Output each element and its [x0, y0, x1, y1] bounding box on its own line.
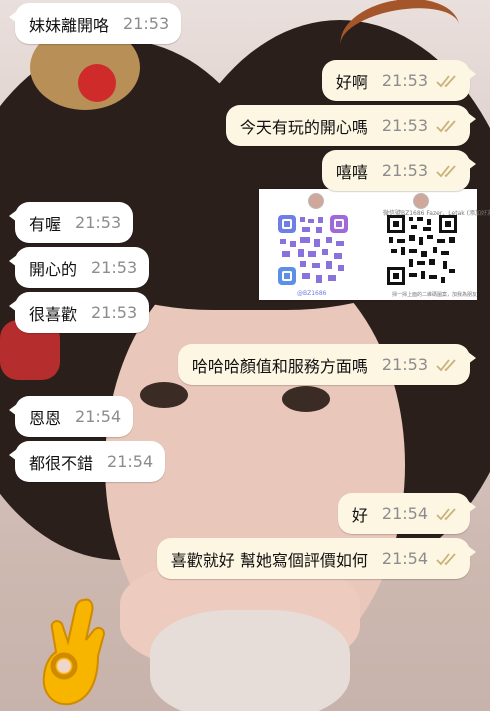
- message-time: 21:53: [75, 213, 122, 232]
- message-bubble-outgoing[interactable]: 好啊 21:53: [321, 60, 477, 101]
- wechat-qr-code: [387, 215, 457, 285]
- message-time: 21:53: [381, 116, 428, 135]
- message-bubble-outgoing[interactable]: 嘻嘻 21:53: [321, 150, 477, 191]
- double-check-icon: [436, 119, 456, 132]
- avatar: [413, 193, 429, 209]
- message-bubble-outgoing[interactable]: 喜歡就好 幫她寫個評價如何 21:54: [156, 538, 477, 579]
- right-eye: [282, 386, 330, 412]
- message-bubble-incoming[interactable]: 妹妹離開咯 21:53: [8, 3, 182, 44]
- message-time: 21:53: [381, 355, 428, 374]
- message-time: 21:53: [123, 14, 170, 33]
- message-text: 好: [351, 505, 368, 525]
- sweater: [150, 610, 350, 711]
- message-bubble-outgoing[interactable]: 今天有玩的開心嗎 21:53: [225, 105, 477, 146]
- qr-code-panel: 微信號BZ1686 Fazer、Letak (添加好友) @BZ1686 掃一掃…: [259, 189, 490, 300]
- message-time: 21:54: [381, 504, 428, 523]
- message-time: 21:53: [381, 71, 428, 90]
- ok-hand-emoji[interactable]: [38, 596, 118, 708]
- message-time: 21:53: [91, 258, 138, 277]
- message-text: 很喜歡: [29, 304, 78, 324]
- message-text: 有喔: [29, 214, 62, 234]
- qr-footer: 掃一掃上面的二維碼圖案，加我為朋友: [392, 292, 478, 298]
- message-text: 哈哈哈顏值和服務方面嗎: [191, 356, 368, 376]
- left-eye: [140, 382, 188, 408]
- double-check-icon: [436, 74, 456, 87]
- message-bubble-incoming[interactable]: 開心的 21:53: [8, 247, 150, 288]
- message-time: 21:53: [381, 161, 428, 180]
- line-qr-code: [278, 215, 348, 285]
- message-time: 21:54: [75, 407, 122, 426]
- qr-handle: @BZ1686: [297, 290, 327, 297]
- message-bubble-incoming[interactable]: 恩恩 21:54: [8, 396, 134, 437]
- message-text: 開心的: [29, 259, 78, 279]
- double-check-icon: [436, 507, 456, 520]
- message-text: 妹妹離開咯: [29, 15, 110, 35]
- message-bubble-outgoing[interactable]: 好 21:54: [337, 493, 477, 534]
- message-text: 都很不錯: [29, 453, 94, 473]
- double-check-icon: [436, 552, 456, 565]
- message-time: 21:54: [381, 549, 428, 568]
- message-bubble-outgoing[interactable]: 哈哈哈顏值和服務方面嗎 21:53: [177, 344, 477, 385]
- double-check-icon: [436, 358, 456, 371]
- strawberry-ornament: [78, 64, 116, 102]
- message-time: 21:54: [107, 452, 154, 471]
- message-bubble-incoming[interactable]: 都很不錯 21:54: [8, 441, 166, 482]
- message-text: 今天有玩的開心嗎: [239, 117, 368, 137]
- avatar: [308, 193, 324, 209]
- message-text: 嘻嘻: [335, 162, 368, 182]
- message-bubble-incoming[interactable]: 很喜歡 21:53: [8, 292, 150, 333]
- message-time: 21:53: [91, 303, 138, 322]
- message-text: 好啊: [335, 72, 368, 92]
- message-bubble-incoming[interactable]: 有喔 21:53: [8, 202, 134, 243]
- message-text: 恩恩: [29, 408, 62, 428]
- message-text: 喜歡就好 幫她寫個評價如何: [170, 550, 368, 570]
- double-check-icon: [436, 164, 456, 177]
